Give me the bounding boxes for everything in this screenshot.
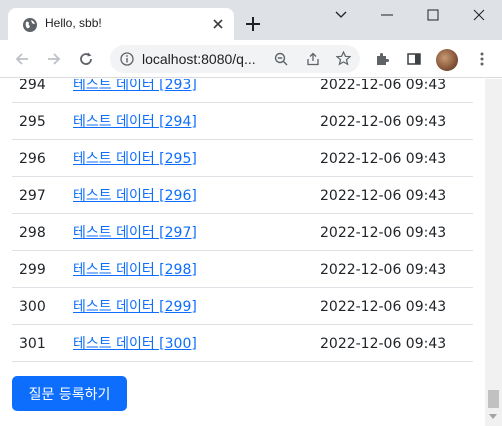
maximize-icon [427, 9, 439, 21]
row-number: 300 [19, 299, 46, 315]
browser-tab-strip: Hello, sbb! [0, 0, 502, 40]
question-link[interactable]: 테스트 데이터 [298] [73, 262, 197, 278]
close-icon[interactable] [210, 16, 226, 32]
question-link[interactable]: 테스트 데이터 [299] [73, 299, 197, 315]
side-panel-icon[interactable] [406, 51, 422, 67]
question-link[interactable]: 테스트 데이터 [300] [73, 336, 197, 352]
created-date: 2022-12-06 09:43 [320, 188, 447, 204]
created-date: 2022-12-06 09:43 [320, 151, 447, 167]
created-date: 2022-12-06 09:43 [320, 114, 447, 130]
back-arrow-icon[interactable] [14, 51, 30, 67]
forward-arrow-icon[interactable] [46, 51, 62, 67]
question-table: 294 테스트 데이터 [293] 2022-12-06 09:43 295 테… [12, 79, 473, 362]
question-link[interactable]: 테스트 데이터 [293] [73, 79, 197, 93]
created-date: 2022-12-06 09:43 [320, 79, 447, 93]
maximize-button[interactable] [410, 0, 456, 30]
tab-title: Hello, sbb! [45, 16, 102, 30]
url-text: localhost:8080/q... [142, 51, 256, 67]
minimize-button[interactable] [364, 0, 410, 30]
row-number: 297 [19, 188, 46, 204]
scroll-down-arrow-icon[interactable] [489, 414, 497, 419]
created-date: 2022-12-06 09:43 [320, 262, 447, 278]
created-date: 2022-12-06 09:43 [320, 299, 447, 315]
window-close-button[interactable] [456, 0, 502, 30]
table-row: 297 테스트 데이터 [296] 2022-12-06 09:43 [12, 177, 473, 214]
row-number: 298 [19, 225, 46, 241]
reload-icon[interactable] [78, 51, 94, 67]
tab-search-button[interactable] [318, 0, 364, 30]
address-bar[interactable]: localhost:8080/q... [110, 45, 360, 73]
question-link[interactable]: 테스트 데이터 [294] [73, 114, 197, 130]
table-row: 300 테스트 데이터 [299] 2022-12-06 09:43 [12, 288, 473, 325]
star-icon[interactable] [336, 51, 351, 66]
minimize-icon [381, 14, 393, 16]
row-number: 299 [19, 262, 46, 278]
scrollbar-thumb[interactable] [488, 390, 499, 408]
vertical-scrollbar[interactable] [485, 79, 502, 426]
question-link[interactable]: 테스트 데이터 [295] [73, 151, 197, 167]
more-menu-icon[interactable] [474, 51, 490, 67]
profile-avatar[interactable] [436, 49, 458, 71]
question-link[interactable]: 테스트 데이터 [296] [73, 188, 197, 204]
table-row: 295 테스트 데이터 [294] 2022-12-06 09:43 [12, 103, 473, 140]
created-date: 2022-12-06 09:43 [320, 336, 447, 352]
zoom-icon[interactable] [274, 52, 288, 66]
extensions-icon[interactable] [374, 51, 390, 67]
question-link[interactable]: 테스트 데이터 [297] [73, 225, 197, 241]
info-icon[interactable] [120, 52, 134, 66]
table-row: 299 테스트 데이터 [298] 2022-12-06 09:43 [12, 251, 473, 288]
table-row: 296 테스트 데이터 [295] 2022-12-06 09:43 [12, 140, 473, 177]
page-viewport: 294 테스트 데이터 [293] 2022-12-06 09:43 295 테… [0, 79, 502, 426]
table-row: 301 테스트 데이터 [300] 2022-12-06 09:43 [12, 325, 473, 362]
chevron-down-icon [335, 11, 347, 18]
close-icon [473, 9, 485, 21]
create-question-button[interactable]: 질문 등록하기 [12, 376, 127, 411]
row-number: 294 [19, 79, 46, 93]
row-number: 296 [19, 151, 46, 167]
created-date: 2022-12-06 09:43 [320, 225, 447, 241]
share-icon[interactable] [306, 52, 320, 66]
row-number: 301 [19, 336, 46, 352]
table-row: 298 테스트 데이터 [297] 2022-12-06 09:43 [12, 214, 473, 251]
row-number: 295 [19, 114, 46, 130]
new-tab-icon[interactable] [243, 14, 263, 34]
globe-icon [23, 18, 37, 32]
browser-toolbar: localhost:8080/q... [0, 40, 502, 78]
browser-tab[interactable]: Hello, sbb! [8, 8, 234, 40]
table-row: 294 테스트 데이터 [293] 2022-12-06 09:43 [12, 79, 473, 103]
